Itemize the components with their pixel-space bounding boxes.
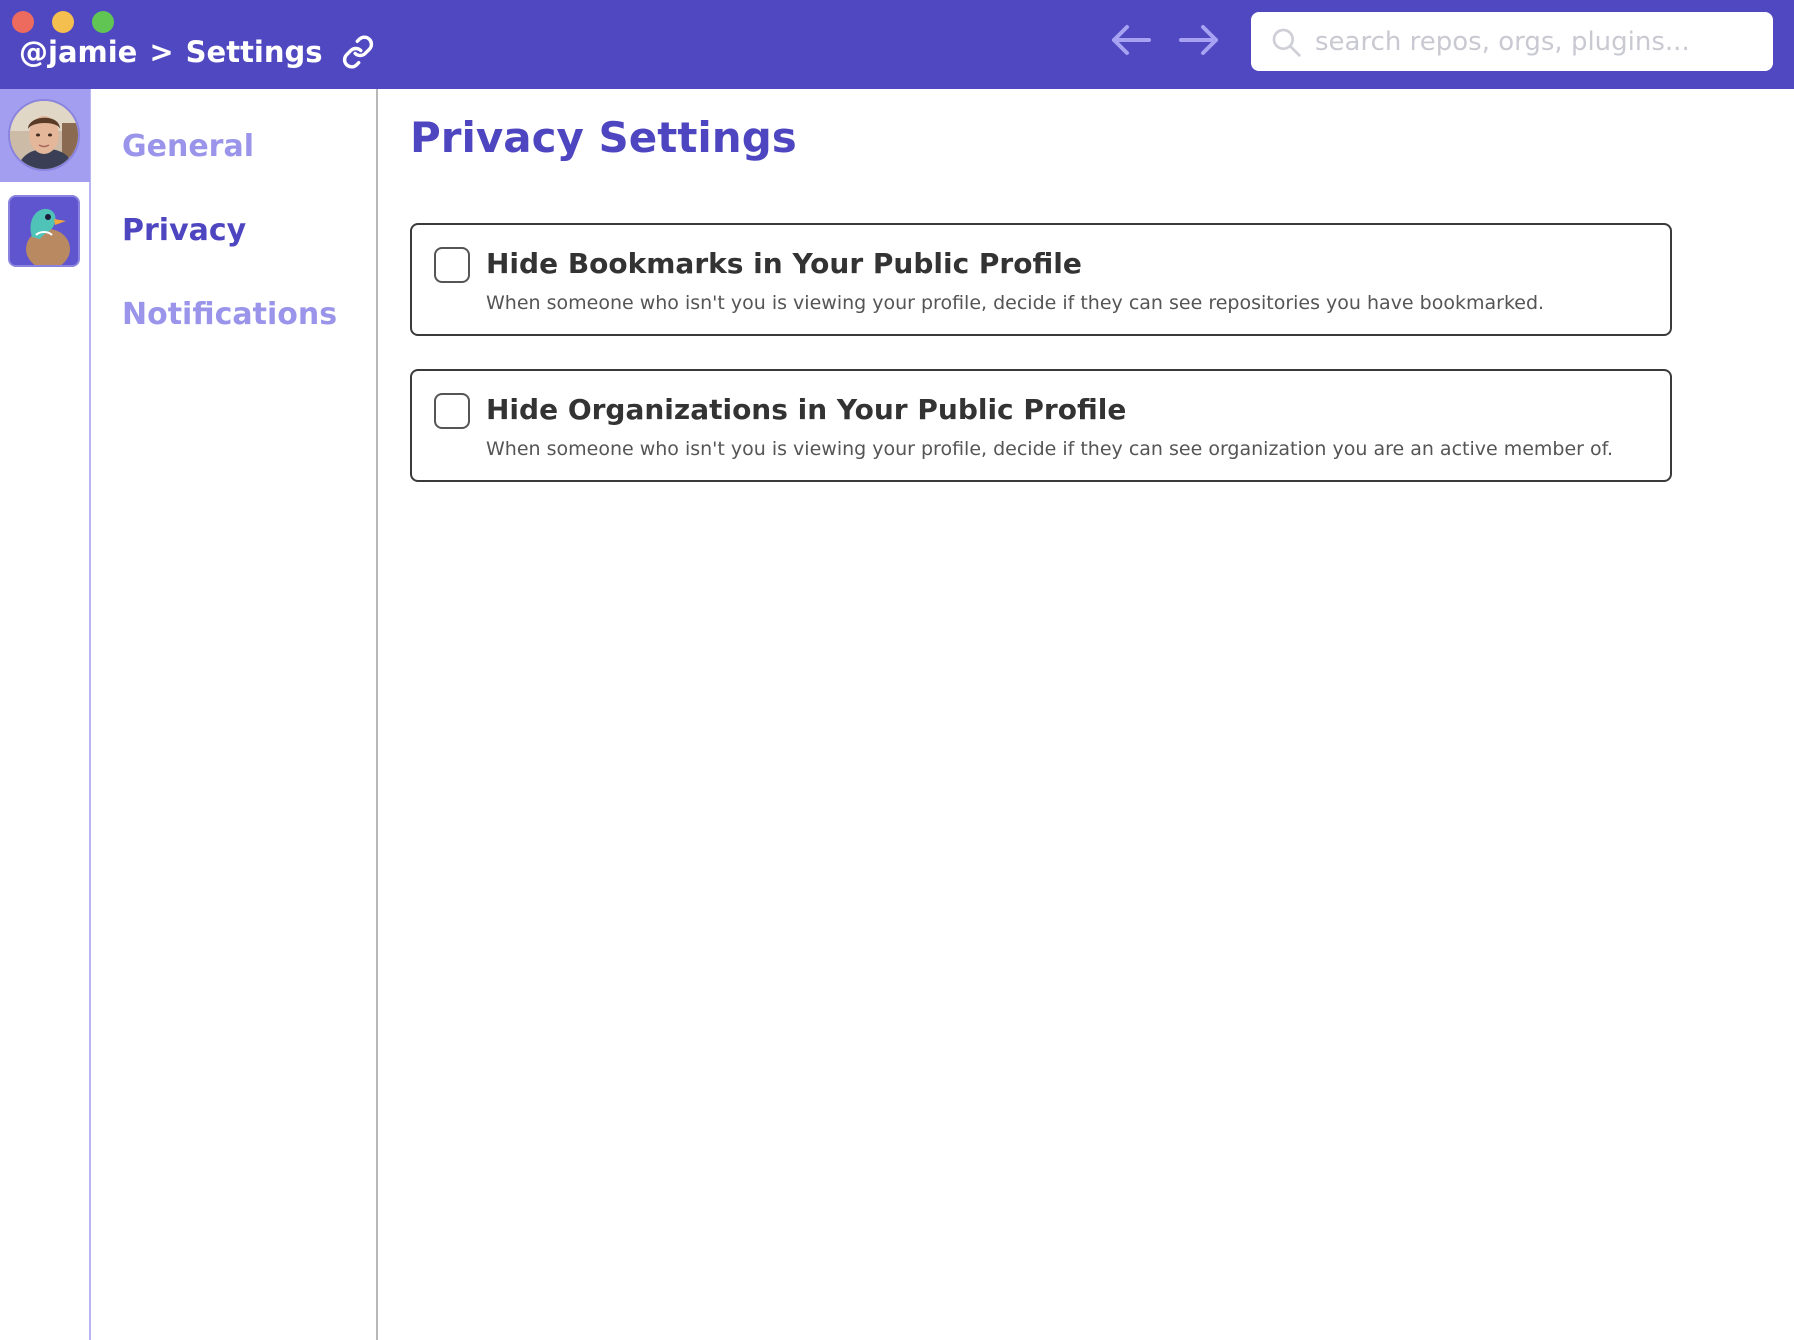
top-bar: @jamie > Settings [0,0,1794,89]
search-box[interactable] [1251,12,1773,71]
option-title: Hide Bookmarks in Your Public Profile [486,247,1082,280]
app-window: @jamie > Settings search repos, orgs, pl… [0,0,1794,1340]
left-rail [0,89,91,1340]
option-title: Hide Organizations in Your Public Profil… [486,393,1127,426]
settings-nav: General Privacy Notifications [91,89,378,1340]
search-icon [1257,12,1315,71]
search-input[interactable] [1315,26,1745,57]
arrow-right-icon [1177,24,1221,60]
option-description: When someone who isn't you is viewing yo… [486,438,1614,460]
settings-nav-general[interactable]: General [122,129,254,164]
option-description: When someone who isn't you is viewing yo… [486,292,1545,314]
breadcrumb-user[interactable]: @jamie [19,35,137,69]
breadcrumb-page: Settings [185,35,323,69]
user-avatar[interactable] [8,99,80,171]
main-content: Privacy Settings Hide Bookmarks in Your … [380,89,1794,1340]
hide-organizations-checkbox[interactable] [434,393,470,429]
settings-nav-notifications[interactable]: Notifications [122,297,337,332]
window-close-button[interactable] [12,11,34,33]
window-minimize-button[interactable] [52,11,74,33]
page-title: Privacy Settings [410,113,797,162]
breadcrumb: @jamie > Settings [19,32,375,72]
hide-bookmarks-checkbox[interactable] [434,247,470,283]
settings-nav-privacy[interactable]: Privacy [122,213,246,248]
privacy-option-card: Hide Organizations in Your Public Profil… [410,369,1672,482]
arrow-left-icon [1109,24,1153,60]
link-icon[interactable] [341,35,375,69]
window-maximize-button[interactable] [92,11,114,33]
breadcrumb-separator: > [149,35,174,69]
privacy-option-card: Hide Bookmarks in Your Public Profile Wh… [410,223,1672,336]
back-button[interactable] [1106,20,1156,64]
forward-button[interactable] [1174,20,1224,64]
duck-org-logo[interactable] [8,195,80,267]
